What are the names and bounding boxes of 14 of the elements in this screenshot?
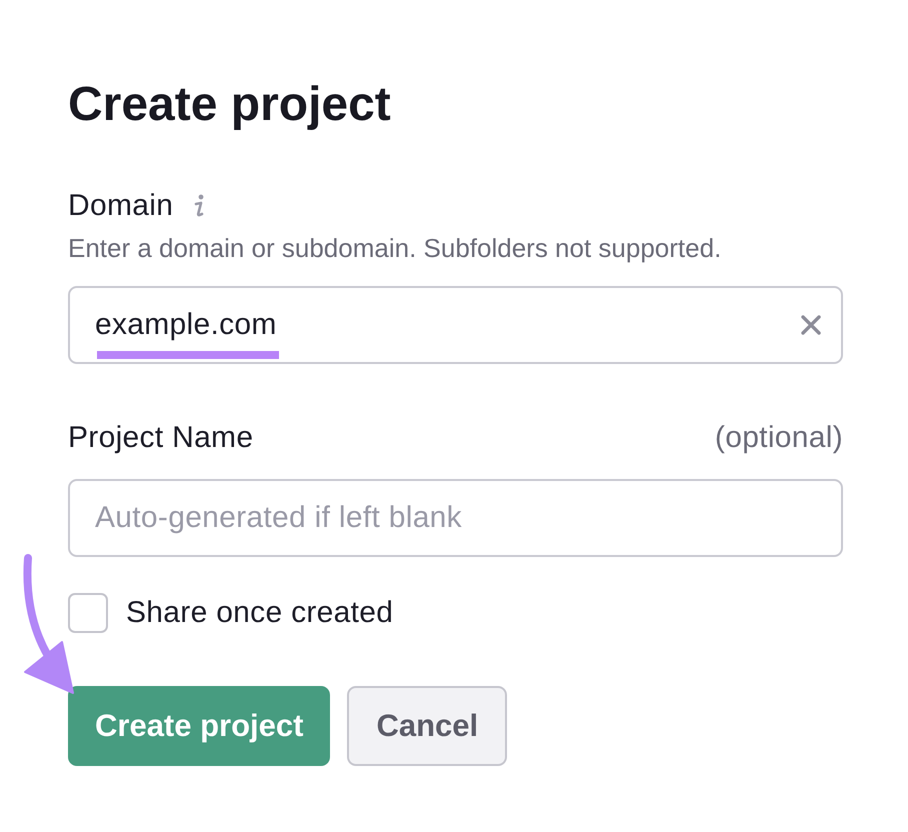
input-value: example.com	[95, 308, 277, 341]
cancel-button[interactable]: Cancel	[347, 686, 508, 766]
domain-input[interactable]: example.com	[68, 286, 843, 364]
field-hint: Enter a domain or subdomain. Subfolders not supported.	[68, 232, 722, 264]
optional-note: (optional)	[714, 420, 843, 456]
input-placeholder: Auto-generated if left blank	[95, 500, 462, 536]
field-label: Domain	[68, 188, 174, 224]
info-icon[interactable]	[193, 194, 206, 218]
checkbox[interactable]	[68, 593, 108, 633]
field-label: Project Name	[68, 420, 254, 456]
create-button[interactable]: Create project	[68, 686, 330, 766]
checkbox-label[interactable]: Share once created	[126, 595, 394, 631]
close-icon[interactable]	[801, 315, 821, 335]
dialog-title: Create project	[68, 77, 392, 133]
